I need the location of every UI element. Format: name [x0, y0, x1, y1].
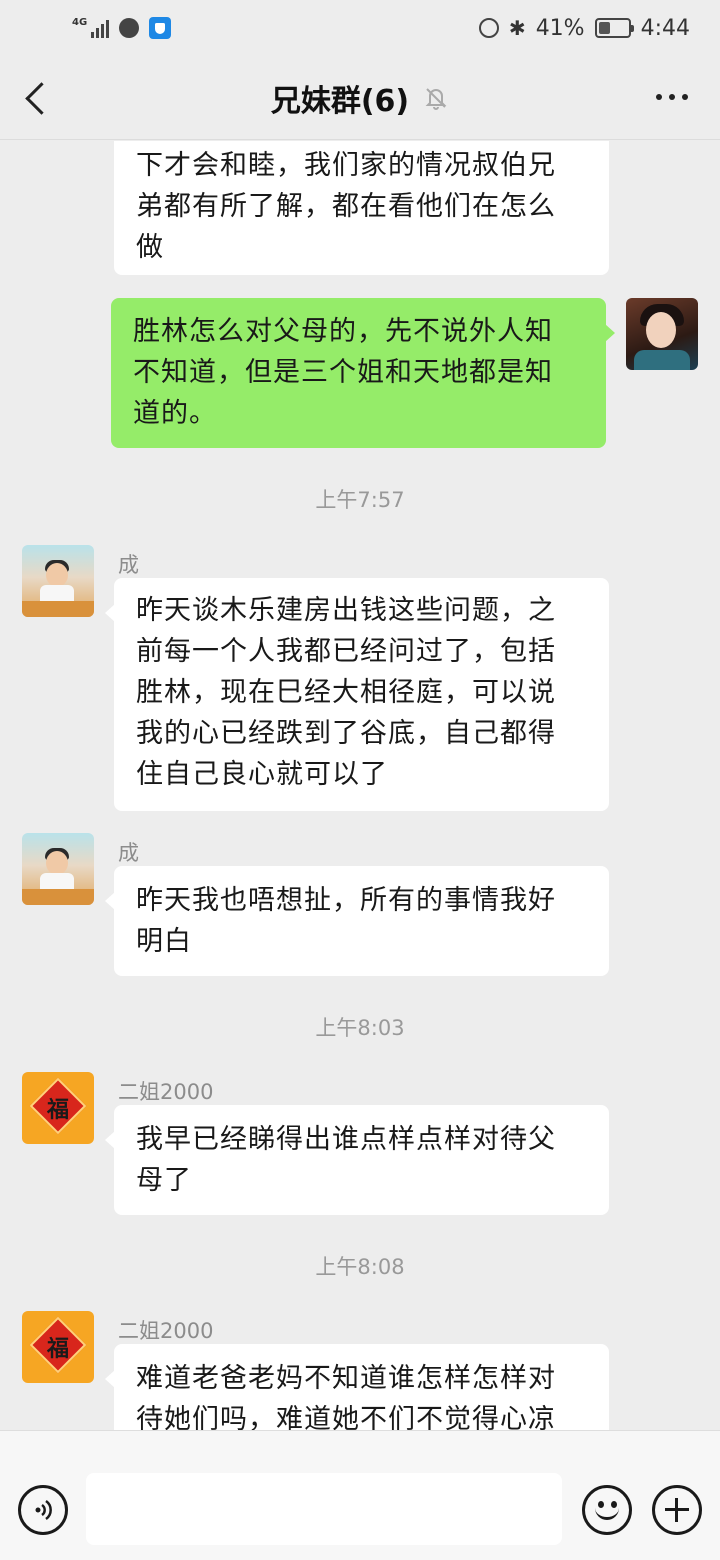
status-bar: 4G ✱ 41% 4:44: [0, 0, 720, 56]
message-line: 昨天谈木乐建房出钱这些问题，之: [136, 595, 556, 626]
message-line: 母了: [136, 1165, 192, 1196]
message-line: 道的。: [133, 398, 217, 429]
voice-icon[interactable]: [18, 1485, 68, 1535]
battery-icon: [594, 18, 634, 38]
shield-icon: [149, 17, 172, 39]
sender-name: 二姐2000: [118, 1319, 214, 1343]
avatar[interactable]: 福: [22, 1311, 94, 1383]
message-line: 弟都有所了解，都在看他们在怎么: [136, 191, 556, 222]
message-line: 待她们吗，难道她不们不觉得心凉: [136, 1404, 556, 1430]
message-bubble[interactable]: 下才会和睦，我们家的情况叔伯兄 弟都有所了解，都在看他们在怎么 做: [114, 141, 609, 275]
message-line: 胜林怎么对父母的，先不说外人知: [133, 316, 553, 347]
message-line: 住自己良心就可以了: [136, 759, 388, 790]
message-line: 明白: [136, 926, 192, 957]
timestamp: 上午7:57: [315, 488, 405, 512]
mute-bell-icon: [423, 85, 449, 111]
network-type: 4G: [72, 17, 88, 28]
input-bar: [0, 1430, 720, 1560]
message-line: 难道老爸老妈不知道谁怎样怎样对: [136, 1363, 556, 1394]
message-line: 不知道，但是三个姐和天地都是知: [133, 357, 553, 388]
message-line: 胜林，现在巳经大相径庭，可以说: [136, 677, 556, 708]
clock: 4:44: [640, 15, 690, 41]
bluetooth-icon: ✱: [508, 16, 526, 40]
message-line: 昨天我也唔想扯，所有的事情我好: [136, 885, 556, 916]
message-bubble[interactable]: 昨天我也唔想扯，所有的事情我好 明白: [105, 866, 609, 976]
message-line: 我早已经睇得出谁点样点样对待父: [136, 1124, 556, 1155]
message-line: 做: [136, 232, 164, 263]
avatar[interactable]: [22, 545, 94, 617]
avatar[interactable]: 福: [22, 1072, 94, 1144]
avatar[interactable]: [626, 298, 698, 370]
message-bubble[interactable]: 胜林怎么对父母的，先不说外人知 不知道，但是三个姐和天地都是知 道的。: [111, 298, 615, 448]
alarm-icon: [478, 18, 499, 38]
message-bubble[interactable]: 我早已经睇得出谁点样点样对待父 母了: [105, 1105, 609, 1215]
emoji-icon[interactable]: [582, 1485, 632, 1535]
message-line: 我的心已经跌到了谷底，自己都得: [136, 718, 556, 749]
battery-percent: 41%: [535, 15, 585, 41]
message-input[interactable]: [86, 1473, 562, 1545]
back-icon[interactable]: [20, 76, 60, 120]
message-line: 下才会和睦，我们家的情况叔伯兄: [136, 150, 556, 181]
message-list[interactable]: 下才会和睦，我们家的情况叔伯兄 弟都有所了解，都在看他们在怎么 做 胜林怎么对父…: [0, 141, 720, 1430]
sender-name: 成: [118, 841, 139, 865]
globe-icon: [119, 18, 140, 38]
more-icon[interactable]: [656, 94, 688, 100]
message-bubble[interactable]: 昨天谈木乐建房出钱这些问题，之 前每一个人我都已经问过了，包括 胜林，现在巳经大…: [105, 578, 609, 811]
avatar-fu-glyph: 福: [46, 1336, 69, 1362]
message-bubble[interactable]: 难道老爸老妈不知道谁怎样怎样对 待她们吗，难道她不们不觉得心凉 吗: [105, 1344, 609, 1430]
sender-name: 成: [118, 553, 139, 577]
timestamp: 上午8:08: [315, 1255, 405, 1279]
chat-header: 兄妹群(6): [0, 56, 720, 140]
message-line: 前每一个人我都已经问过了，包括: [136, 636, 556, 667]
timestamp: 上午8:03: [315, 1016, 405, 1040]
plus-icon[interactable]: [652, 1485, 702, 1535]
chat-title[interactable]: 兄妹群(6): [271, 76, 409, 120]
signal-icon: 4G: [72, 17, 110, 38]
sender-name: 二姐2000: [118, 1080, 214, 1104]
avatar-fu-glyph: 福: [46, 1097, 69, 1123]
avatar[interactable]: [22, 833, 94, 905]
